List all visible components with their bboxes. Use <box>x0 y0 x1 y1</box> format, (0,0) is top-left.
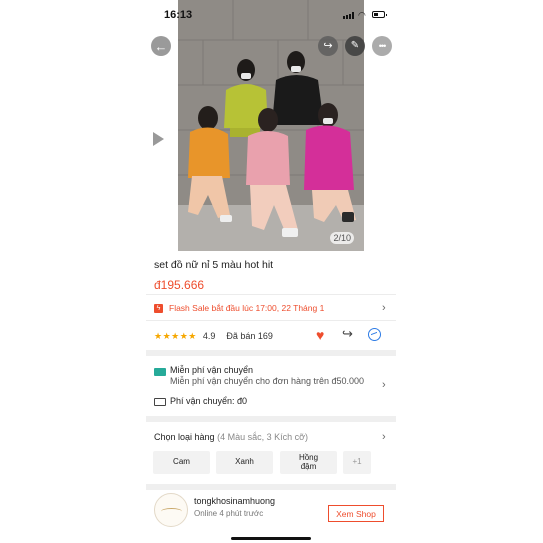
share-button[interactable]: ↪ <box>318 36 338 56</box>
play-icon[interactable] <box>146 125 172 152</box>
view-shop-button[interactable]: Xem Shop <box>328 505 384 522</box>
flash-sale-row[interactable]: ϟ Flash Sale bắt đầu lúc 17:00, 22 Tháng… <box>154 301 390 315</box>
free-shipping-truck-icon <box>154 368 166 376</box>
edit-icon: ✎ <box>350 40 360 51</box>
image-counter: 2/10 <box>330 232 354 244</box>
edit-button[interactable]: ✎ <box>345 36 365 56</box>
product-photo-drawing <box>178 0 364 251</box>
chevron-right-icon: › <box>382 379 386 391</box>
variant-option-xanh[interactable]: Xanh <box>216 451 273 474</box>
shop-name[interactable]: tongkhosinamhuong <box>194 496 275 506</box>
free-shipping-subtitle: Miễn phí vận chuyển cho đơn hàng trên đ5… <box>170 376 365 386</box>
messenger-icon[interactable] <box>368 328 381 341</box>
shop-avatar[interactable] <box>154 493 188 527</box>
rating-row: ★★★★★ 4.9 Đã bán 169 <box>154 328 390 344</box>
shop-online-status: Online 4 phút trước <box>194 509 264 518</box>
flash-sale-text: Flash Sale bắt đầu lúc 17:00, 22 Tháng 1 <box>169 303 325 313</box>
back-arrow-icon: ← <box>154 38 168 54</box>
share-icon: ↪ <box>323 39 333 52</box>
more-button[interactable]: ••• <box>372 36 392 56</box>
variant-summary: (4 Màu sắc, 3 Kích cỡ) <box>217 432 309 442</box>
variant-option-more[interactable]: +1 <box>343 451 371 474</box>
variant-selector[interactable]: Chọn loại hàng (4 Màu sắc, 3 Kích cỡ) <box>154 432 308 442</box>
variant-label: Chọn loại hàng <box>154 432 215 442</box>
chevron-right-icon: › <box>382 431 386 443</box>
status-bar: 16:13 ◠ <box>146 0 396 26</box>
variant-option-cam[interactable]: Cam <box>153 451 210 474</box>
divider <box>146 320 396 321</box>
variant-option-hong-dam[interactable]: Hồng đậm <box>280 451 337 474</box>
signal-icon <box>343 12 355 19</box>
share-product-icon[interactable]: ↪ <box>342 326 353 342</box>
status-time: 16:13 <box>164 9 193 21</box>
flash-sale-icon: ϟ <box>154 303 163 313</box>
divider <box>146 294 396 295</box>
back-button[interactable]: ← <box>151 36 171 56</box>
product-price: đ195.666 <box>154 278 205 292</box>
heart-icon[interactable]: ♥ <box>316 327 324 343</box>
section-divider <box>146 416 396 422</box>
home-indicator <box>231 537 311 540</box>
shipping-fee: Phí vận chuyển: đ0 <box>170 396 248 406</box>
wifi-icon: ◠ <box>358 10 366 20</box>
product-screen: 2/10 16:13 ◠ ← ↪ ✎ ••• set đồ nữ nỉ 5 mà… <box>146 0 396 543</box>
rating-value: 4.9 <box>202 331 216 341</box>
sold-count: Đã bán 169 <box>226 331 273 341</box>
rating-stars: ★★★★★ <box>154 330 197 341</box>
chevron-right-icon: › <box>382 302 386 314</box>
section-divider <box>146 350 396 356</box>
section-divider <box>146 484 396 490</box>
truck-icon <box>154 398 166 406</box>
shop-row: tongkhosinamhuong Online 4 phút trước Xe… <box>154 493 390 529</box>
battery-icon <box>372 11 387 18</box>
product-image[interactable]: 2/10 <box>178 0 364 251</box>
product-title: set đồ nữ nỉ 5 màu hot hit <box>154 259 274 271</box>
more-icon: ••• <box>378 40 387 51</box>
free-shipping-title: Miễn phí vận chuyển <box>170 365 254 375</box>
